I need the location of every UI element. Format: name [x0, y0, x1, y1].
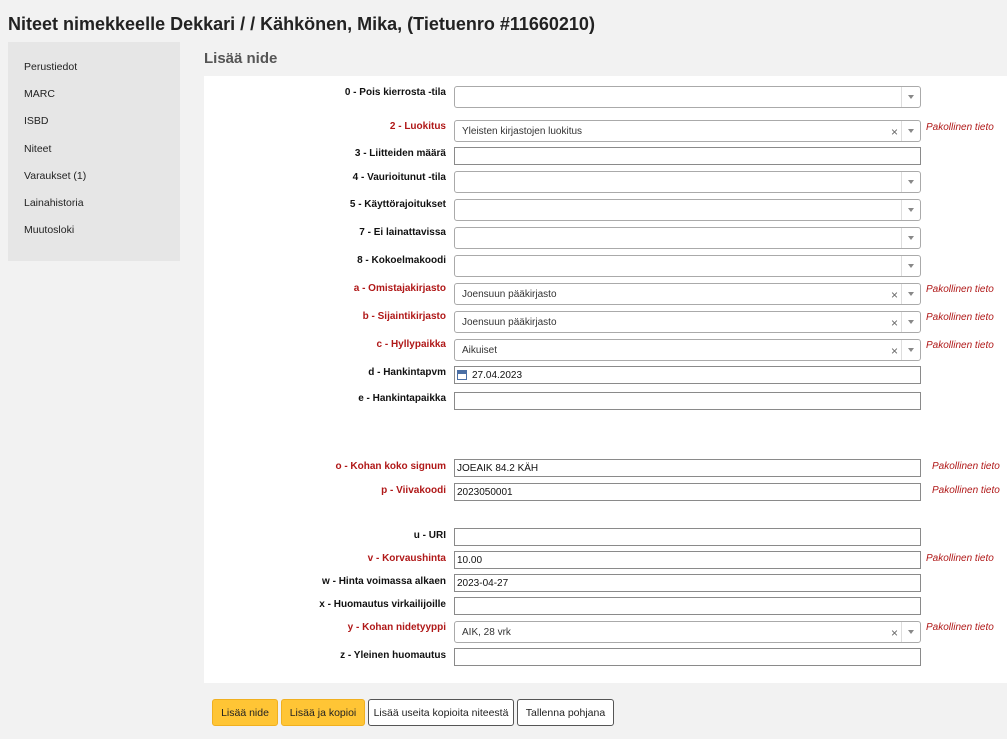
date-input-d-acquisition[interactable]: 27.04.2023: [454, 366, 921, 384]
select-value: Yleisten kirjastojen luokitus: [462, 126, 583, 137]
select-2-classification[interactable]: Yleisten kirjastojen luokitus ×: [454, 120, 921, 142]
input-w-price-effective-date[interactable]: 2023-04-27: [454, 574, 921, 592]
select-0-withdrawn[interactable]: [454, 86, 921, 108]
label-x: x - Huomautus virkailijoille: [319, 599, 446, 610]
input-p-barcode[interactable]: 2023050001: [454, 483, 921, 501]
select-b-holding-library[interactable]: Joensuun pääkirjasto ×: [454, 311, 921, 333]
sidebar-item-niteet[interactable]: Niteet: [24, 143, 51, 155]
input-3-attachments[interactable]: [454, 147, 921, 165]
label-b: b - Sijaintikirjasto: [362, 311, 446, 322]
required-note: Pakollinen tieto: [926, 312, 994, 323]
chevron-down-icon[interactable]: [901, 284, 920, 304]
input-o-call-number[interactable]: JOEAIK 84.2 KÄH: [454, 459, 921, 477]
chevron-down-icon[interactable]: [901, 312, 920, 332]
select-value: AIK, 28 vrk: [462, 627, 511, 638]
chevron-down-icon[interactable]: [901, 340, 920, 360]
save-as-template-button[interactable]: Tallenna pohjana: [517, 699, 614, 726]
chevron-down-icon[interactable]: [901, 228, 920, 248]
label-7: 7 - Ei lainattavissa: [359, 227, 446, 238]
select-a-home-library[interactable]: Joensuun pääkirjasto ×: [454, 283, 921, 305]
required-note: Pakollinen tieto: [926, 284, 994, 295]
sidebar-item-marc[interactable]: MARC: [24, 88, 55, 100]
label-y: y - Kohan nidetyyppi: [347, 622, 446, 633]
add-multiple-copies-button[interactable]: Lisää useita kopioita niteestä: [368, 699, 514, 726]
label-0: 0 - Pois kierrosta -tila: [344, 87, 446, 98]
add-and-copy-button[interactable]: Lisää ja kopioi: [281, 699, 365, 726]
label-v: v - Korvaushinta: [367, 553, 446, 564]
input-e-acquisition-source[interactable]: [454, 392, 921, 410]
select-c-shelving-location[interactable]: Aikuiset ×: [454, 339, 921, 361]
clear-icon[interactable]: ×: [891, 626, 898, 640]
label-z: z - Yleinen huomautus: [340, 650, 446, 661]
add-item-button[interactable]: Lisää nide: [212, 699, 278, 726]
chevron-down-icon[interactable]: [901, 622, 920, 642]
input-v-replacement-price[interactable]: 10.00: [454, 551, 921, 569]
label-e: e - Hankintapaikka: [358, 393, 446, 404]
label-3: 3 - Liitteiden määrä: [354, 148, 446, 159]
sidebar-item-muutosloki[interactable]: Muutosloki: [24, 224, 74, 236]
required-note: Pakollinen tieto: [932, 461, 1000, 472]
select-7-not-for-loan[interactable]: [454, 227, 921, 249]
clear-icon[interactable]: ×: [891, 288, 898, 302]
select-5-restrictions[interactable]: [454, 199, 921, 221]
required-note: Pakollinen tieto: [932, 485, 1000, 496]
calendar-icon[interactable]: [457, 370, 467, 380]
sidebar-item-varaukset[interactable]: Varaukset (1): [24, 170, 86, 182]
sidebar: Perustiedot MARC ISBD Niteet Varaukset (…: [8, 42, 180, 261]
required-note: Pakollinen tieto: [926, 553, 994, 564]
select-8-collection[interactable]: [454, 255, 921, 277]
select-4-damaged[interactable]: [454, 171, 921, 193]
label-d: d - Hankintapvm: [368, 367, 446, 378]
clear-icon[interactable]: ×: [891, 344, 898, 358]
label-2: 2 - Luokitus: [389, 121, 446, 132]
select-value: Joensuun pääkirjasto: [462, 289, 557, 300]
input-z-public-note[interactable]: [454, 648, 921, 666]
required-note: Pakollinen tieto: [926, 622, 994, 633]
label-c: c - Hyllypaikka: [376, 339, 446, 350]
required-note: Pakollinen tieto: [926, 340, 994, 351]
label-u: u - URI: [413, 530, 446, 541]
label-p: p - Viivakoodi: [381, 485, 446, 496]
select-y-item-type[interactable]: AIK, 28 vrk ×: [454, 621, 921, 643]
clear-icon[interactable]: ×: [891, 125, 898, 139]
select-value: Joensuun pääkirjasto: [462, 317, 557, 328]
label-a: a - Omistajakirjasto: [353, 283, 446, 294]
select-value: Aikuiset: [462, 345, 498, 356]
input-x-staff-note[interactable]: [454, 597, 921, 615]
page-title: Niteet nimekkeelle Dekkari / / Kähkönen,…: [8, 14, 595, 34]
section-title: Lisää nide: [204, 50, 278, 67]
chevron-down-icon[interactable]: [901, 256, 920, 276]
label-5: 5 - Käyttörajoitukset: [349, 199, 446, 210]
date-value: 27.04.2023: [472, 369, 523, 381]
input-u-uri[interactable]: [454, 528, 921, 546]
required-note: Pakollinen tieto: [926, 122, 994, 133]
chevron-down-icon[interactable]: [901, 172, 920, 192]
sidebar-item-lainahistoria[interactable]: Lainahistoria: [24, 197, 84, 209]
label-w: w - Hinta voimassa alkaen: [322, 576, 446, 587]
sidebar-item-isbd[interactable]: ISBD: [24, 115, 49, 127]
chevron-down-icon[interactable]: [901, 121, 920, 141]
chevron-down-icon[interactable]: [901, 87, 920, 107]
chevron-down-icon[interactable]: [901, 200, 920, 220]
label-8: 8 - Kokoelmakoodi: [357, 255, 446, 266]
label-o: o - Kohan koko signum: [335, 461, 446, 472]
clear-icon[interactable]: ×: [891, 316, 898, 330]
label-4: 4 - Vaurioitunut -tila: [352, 172, 446, 183]
sidebar-item-perustiedot[interactable]: Perustiedot: [24, 61, 77, 73]
